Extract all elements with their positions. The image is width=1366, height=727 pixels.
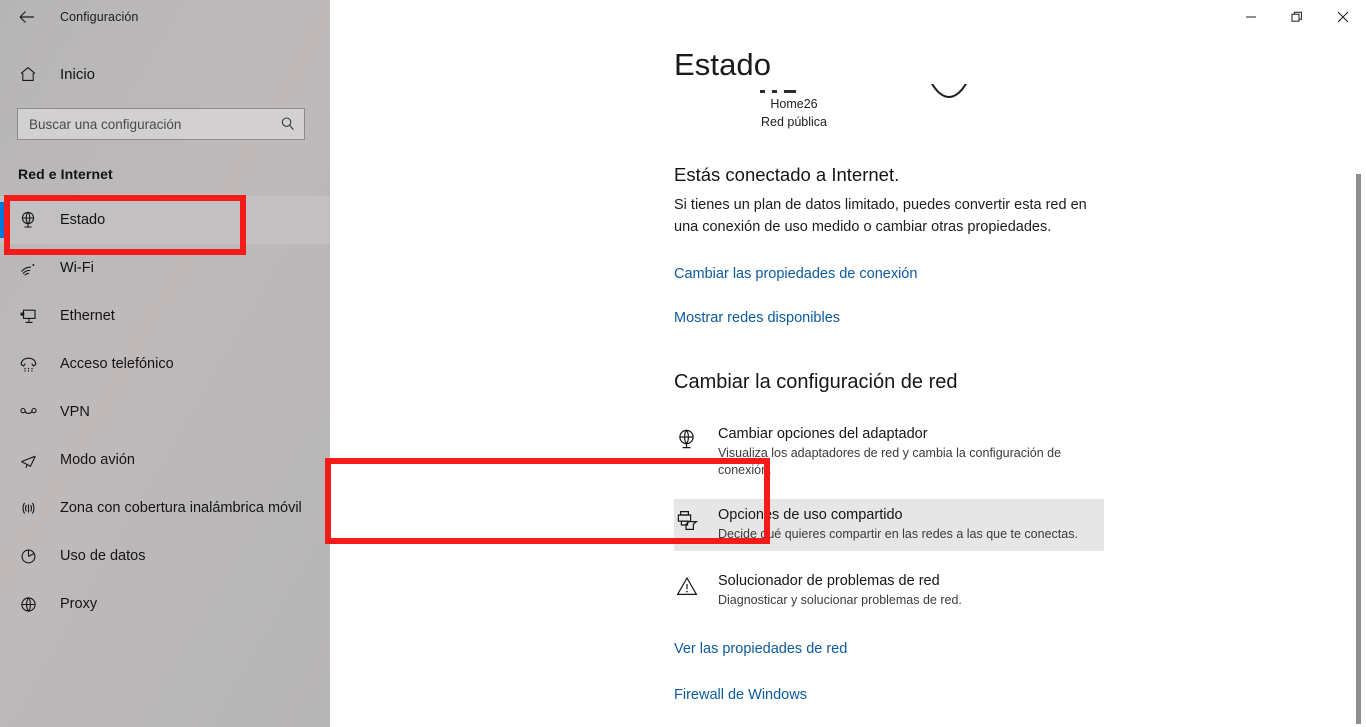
network-link-dots <box>760 86 820 96</box>
subheading-cambiar-configuracion-red: Cambiar la configuración de red <box>674 371 958 393</box>
link-cambiar-propiedades-conexion[interactable]: Cambiar las propiedades de conexión <box>674 264 917 284</box>
settings-window: Configuración Inicio Red e Internet <box>0 0 1366 727</box>
option-title: Solucionador de problemas de red <box>718 573 940 589</box>
sidebar-item-label: Proxy <box>60 596 98 612</box>
status-page: Estado Home26 Red pública Estás conectad… <box>330 0 1340 727</box>
dialup-phone-icon <box>18 354 39 375</box>
link-firewall-windows[interactable]: Firewall de Windows <box>674 685 807 705</box>
warning-triangle-icon <box>674 574 700 600</box>
sidebar-item-label: Modo avión <box>60 452 135 468</box>
option-text: Cambiar opciones del adaptador Visualiza… <box>718 424 1096 479</box>
scrollbar[interactable] <box>1350 34 1366 727</box>
sidebar-category-title: Red e Internet <box>18 166 113 182</box>
option-cambiar-opciones-adaptador[interactable]: Cambiar opciones del adaptador Visualiza… <box>674 418 1104 487</box>
sidebar-item-label: Acceso telefónico <box>60 356 174 372</box>
window-title: Configuración <box>60 10 139 24</box>
ethernet-icon <box>18 306 39 327</box>
sidebar-item-home[interactable]: Inicio <box>0 54 330 94</box>
sidebar-item-zona-cobertura[interactable]: Zona con cobertura inalámbrica móvil <box>0 484 330 532</box>
option-text: Solucionador de problemas de red Diagnos… <box>718 571 1096 609</box>
search-box[interactable] <box>17 108 305 140</box>
sidebar-item-label: VPN <box>60 404 90 420</box>
sidebar-item-label: Estado <box>60 212 106 228</box>
sharing-printer-folder-icon <box>674 508 700 534</box>
globe-icon <box>18 594 39 615</box>
back-arrow-icon[interactable] <box>16 6 38 28</box>
home-label: Inicio <box>60 65 96 83</box>
sidebar-item-uso-de-datos[interactable]: Uso de datos <box>0 532 330 580</box>
sidebar-item-modo-avion[interactable]: Modo avión <box>0 436 330 484</box>
link-ver-propiedades-red[interactable]: Ver las propiedades de red <box>674 639 847 659</box>
scrollbar-thumb[interactable] <box>1356 174 1361 724</box>
option-description: Decide qué quieres compartir en las rede… <box>718 527 1078 541</box>
sidebar-item-ethernet[interactable]: Ethernet <box>0 292 330 340</box>
sidebar-item-label: Zona con cobertura inalámbrica móvil <box>60 500 302 516</box>
option-description: Diagnosticar y solucionar problemas de r… <box>718 593 962 607</box>
option-title: Cambiar opciones del adaptador <box>718 426 928 442</box>
network-name: Home26 <box>770 97 818 111</box>
option-description: Visualiza los adaptadores de red y cambi… <box>718 446 1062 477</box>
sidebar-item-label: Uso de datos <box>60 548 146 564</box>
sidebar: Configuración Inicio Red e Internet <box>0 0 330 727</box>
option-title: Opciones de uso compartido <box>718 507 903 523</box>
home-icon <box>18 64 38 84</box>
option-opciones-uso-compartido[interactable]: Opciones de uso compartido Decide qué qu… <box>674 499 1104 551</box>
link-mostrar-redes-disponibles[interactable]: Mostrar redes disponibles <box>674 308 840 328</box>
search-icon[interactable] <box>280 116 296 132</box>
adapter-globe-icon <box>674 427 700 453</box>
sidebar-nav: Estado Wi-Fi Ethernet Acceso telefónico … <box>0 196 330 628</box>
titlebar-left: Configuración <box>0 0 330 34</box>
wifi-icon <box>18 258 39 279</box>
option-solucionador-problemas-red[interactable]: Solucionador de problemas de red Diagnos… <box>674 565 1104 617</box>
network-options-list: Cambiar opciones del adaptador Visualiza… <box>338 418 1340 617</box>
sidebar-item-label: Ethernet <box>60 308 115 324</box>
status-heading: Estás conectado a Internet. <box>674 164 900 185</box>
airplane-icon <box>18 450 39 471</box>
network-type: Red pública <box>760 115 827 129</box>
bottom-links: Ver las propiedades de red Firewall de W… <box>338 639 1340 727</box>
data-usage-icon <box>18 546 39 567</box>
sidebar-item-vpn[interactable]: VPN <box>0 388 330 436</box>
sidebar-item-estado[interactable]: Estado <box>0 196 330 244</box>
main-content: Estado Home26 Red pública Estás conectad… <box>330 0 1366 727</box>
sidebar-item-label: Wi-Fi <box>60 260 94 276</box>
page-title: Estado <box>674 47 772 82</box>
sidebar-item-proxy[interactable]: Proxy <box>0 580 330 628</box>
sidebar-item-wifi[interactable]: Wi-Fi <box>0 244 330 292</box>
internet-globe-icon <box>926 84 972 104</box>
search-input[interactable] <box>29 116 280 132</box>
status-description: Si tienes un plan de datos limitado, pue… <box>674 197 1087 235</box>
network-graphic: Home26 Red pública <box>674 84 1340 150</box>
hotspot-icon <box>18 498 39 519</box>
sidebar-item-acceso-telefonico[interactable]: Acceso telefónico <box>0 340 330 388</box>
vpn-icon <box>18 402 39 423</box>
option-text: Opciones de uso compartido Decide qué qu… <box>718 505 1096 543</box>
network-status-icon <box>18 210 39 231</box>
